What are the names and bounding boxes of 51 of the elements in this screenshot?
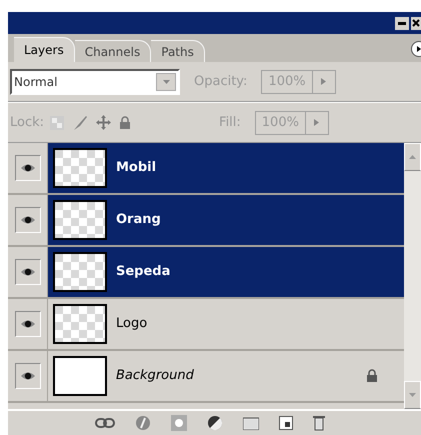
layer-name: Sepeda xyxy=(116,263,172,282)
scrollbar[interactable] xyxy=(404,143,421,409)
eye-icon xyxy=(20,266,36,278)
arrow-right-icon xyxy=(314,119,320,126)
visibility-toggle[interactable] xyxy=(14,259,40,285)
layer-name: Background xyxy=(116,367,195,386)
new-layer-icon[interactable] xyxy=(279,416,293,430)
eye-icon xyxy=(20,370,36,382)
lock-icon xyxy=(366,369,378,383)
tab[interactable]: Channels xyxy=(74,40,152,62)
opacity-label: Opacity: xyxy=(194,72,248,91)
fill-label: Fill: xyxy=(219,114,241,132)
eye-icon xyxy=(20,318,36,330)
layer-row[interactable]: Sepeda xyxy=(48,247,404,297)
folder-icon[interactable] xyxy=(243,416,259,430)
layer-name: Orang xyxy=(116,211,162,230)
visibility-toggle[interactable] xyxy=(14,155,40,181)
style-icon[interactable] xyxy=(135,415,151,431)
layer-row[interactable]: Orang xyxy=(48,195,404,245)
layer-thumbnail xyxy=(53,252,107,292)
minimize-button[interactable] xyxy=(395,16,409,30)
layer-thumbnail xyxy=(53,148,107,188)
caret-icon xyxy=(162,80,170,84)
layer-thumbnail xyxy=(53,304,107,344)
eye-icon xyxy=(20,162,36,174)
arrow-up-icon xyxy=(409,155,416,159)
layer-name: Logo xyxy=(116,315,148,334)
arrow-down-icon xyxy=(409,393,416,397)
lock-label: Lock: xyxy=(10,114,44,132)
layer-name: Mobil xyxy=(116,159,158,178)
layer-row[interactable]: Logo xyxy=(48,299,404,349)
adjustment-icon[interactable] xyxy=(207,415,223,431)
eye-icon xyxy=(20,214,36,226)
close-button[interactable] xyxy=(411,16,421,30)
move-icon[interactable] xyxy=(96,115,112,130)
visibility-toggle[interactable] xyxy=(14,311,40,337)
layer-row[interactable]: Background xyxy=(48,351,404,401)
tab[interactable]: Layers xyxy=(14,37,75,62)
visibility-toggle[interactable] xyxy=(14,363,40,389)
arrow-right-icon xyxy=(321,78,326,85)
link-icon[interactable] xyxy=(95,418,115,428)
trash-icon[interactable] xyxy=(313,415,325,431)
play-icon xyxy=(417,46,421,52)
checker-icon[interactable] xyxy=(50,116,64,130)
layer-thumbnail xyxy=(53,356,107,396)
layer-thumbnail xyxy=(53,200,107,240)
layer-row[interactable]: Mobil xyxy=(48,143,404,193)
tab[interactable]: Paths xyxy=(151,40,205,62)
visibility-toggle[interactable] xyxy=(14,207,40,233)
lock-icon xyxy=(119,116,132,130)
blend-mode-dropdown[interactable]: Normal xyxy=(10,68,180,94)
